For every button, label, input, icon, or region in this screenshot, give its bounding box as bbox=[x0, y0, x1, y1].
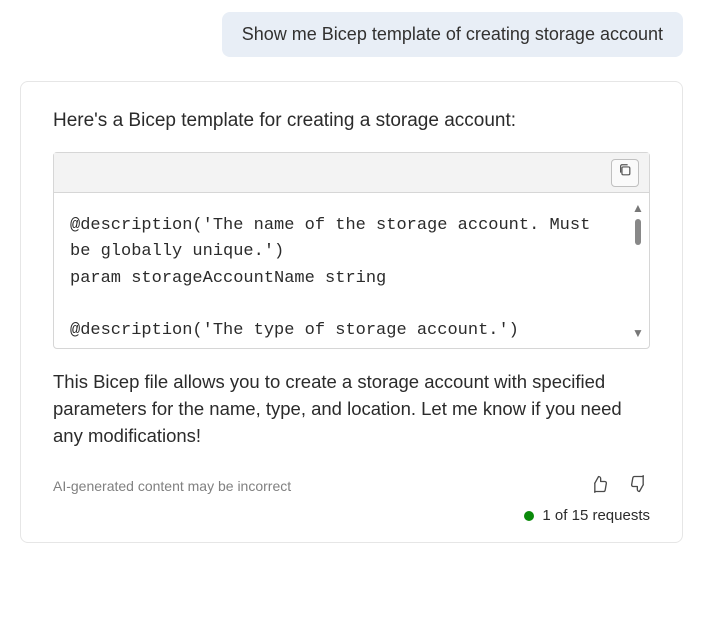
ai-disclaimer: AI-generated content may be incorrect bbox=[53, 478, 291, 494]
footer-row-status: 1 of 15 requests bbox=[53, 507, 650, 524]
user-message-text: Show me Bicep template of creating stora… bbox=[242, 24, 663, 44]
scroll-up-icon: ▲ bbox=[632, 201, 644, 215]
status-dot-icon bbox=[524, 511, 534, 521]
footer-row-feedback: AI-generated content may be incorrect bbox=[53, 475, 650, 497]
user-message-bubble: Show me Bicep template of creating stora… bbox=[222, 12, 683, 57]
request-count: 1 of 15 requests bbox=[542, 507, 650, 524]
assistant-intro-text: Here's a Bicep template for creating a s… bbox=[53, 110, 650, 132]
code-content[interactable]: @description('The name of the storage ac… bbox=[54, 193, 627, 348]
code-scrollbar[interactable]: ▲ ▼ bbox=[627, 193, 649, 348]
scroll-down-icon: ▼ bbox=[632, 326, 644, 340]
code-body-wrap: @description('The name of the storage ac… bbox=[54, 193, 649, 348]
assistant-followup-text: This Bicep file allows you to create a s… bbox=[53, 369, 650, 449]
assistant-response-card: Here's a Bicep template for creating a s… bbox=[20, 81, 683, 543]
code-block: @description('The name of the storage ac… bbox=[53, 152, 650, 349]
copy-icon bbox=[618, 163, 632, 182]
thumbs-down-icon bbox=[629, 474, 649, 499]
user-message-row: Show me Bicep template of creating stora… bbox=[20, 12, 683, 57]
feedback-icons bbox=[588, 475, 650, 497]
thumbs-up-button[interactable] bbox=[588, 475, 610, 497]
code-block-header bbox=[54, 153, 649, 193]
thumbs-up-icon bbox=[589, 474, 609, 499]
thumbs-down-button[interactable] bbox=[628, 475, 650, 497]
copy-button[interactable] bbox=[611, 159, 639, 187]
scroll-thumb[interactable] bbox=[635, 219, 641, 245]
